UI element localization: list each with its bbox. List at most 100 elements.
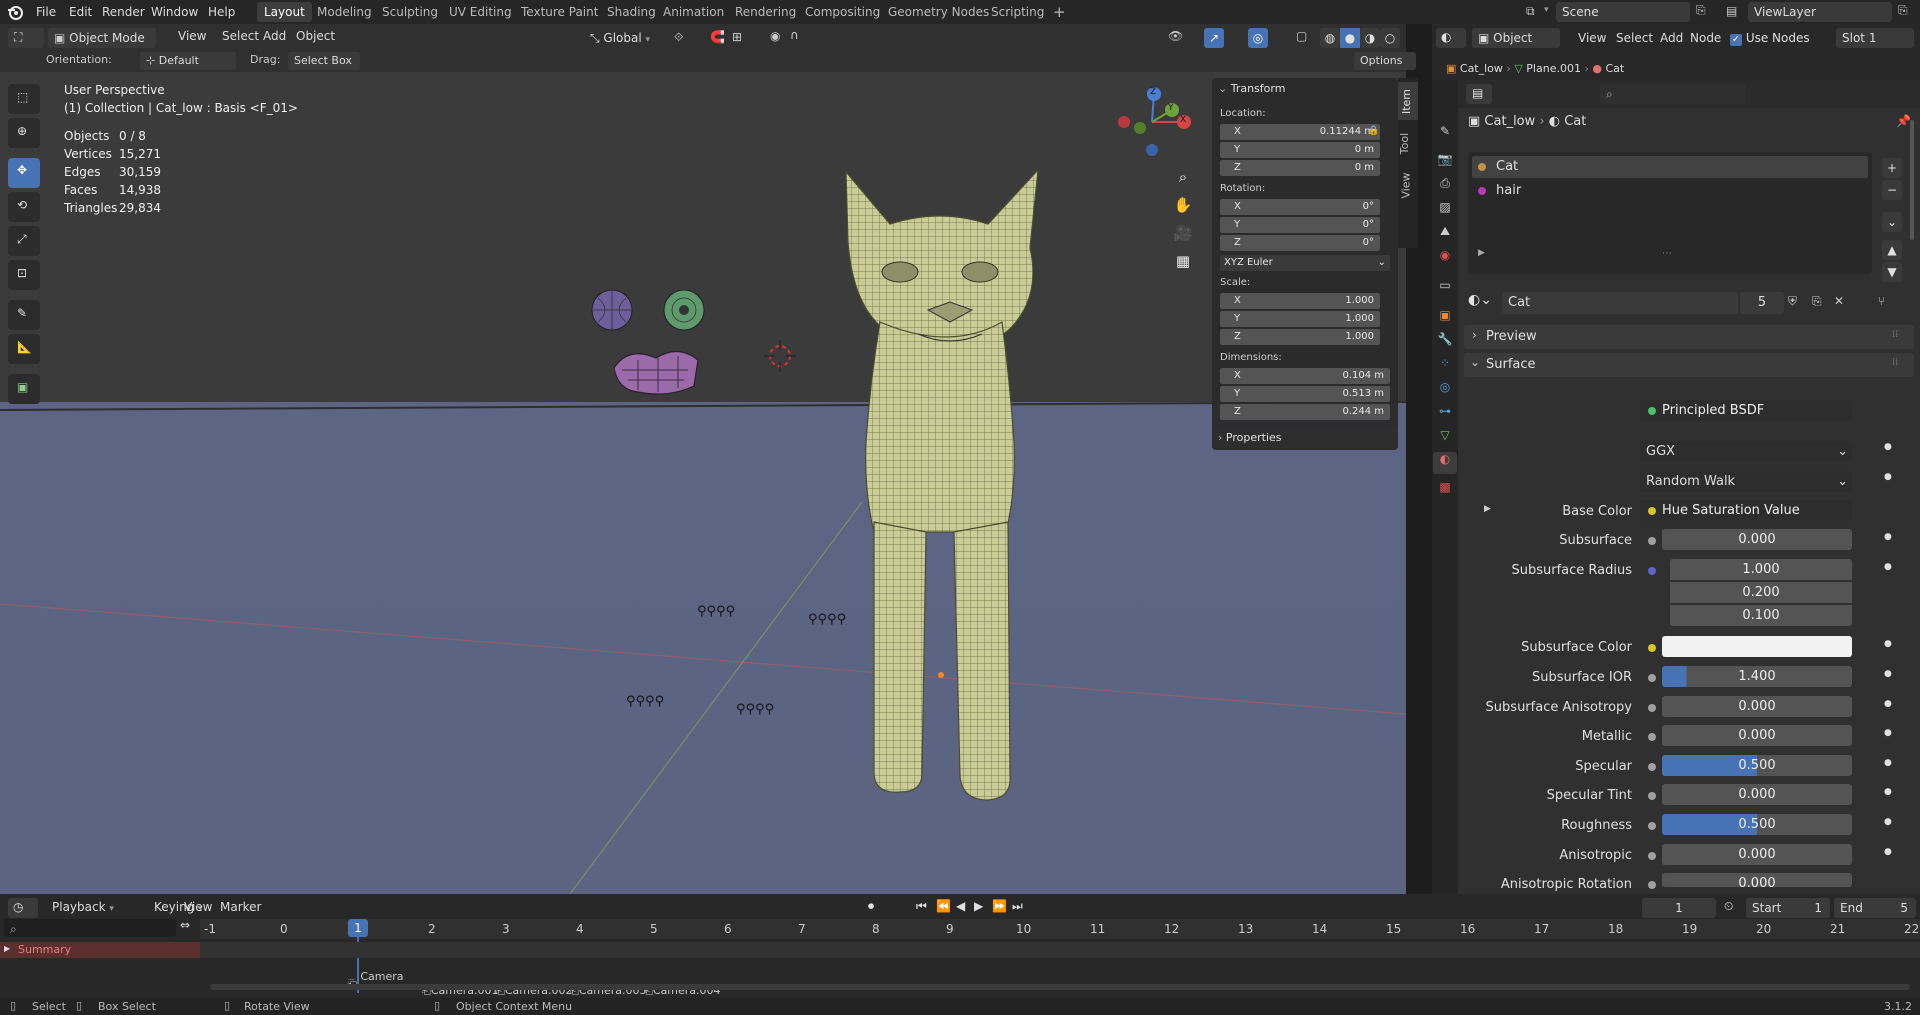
tab-texture[interactable]: ▩ xyxy=(1435,480,1455,500)
shader-menu-view[interactable]: View xyxy=(1572,29,1612,47)
specular-tint-slider[interactable]: 0.000 xyxy=(1662,784,1852,805)
pan-hand-icon[interactable]: ✋ xyxy=(1172,196,1194,218)
tab-material[interactable]: ◐ xyxy=(1433,452,1457,474)
new-scene-icon[interactable]: ⎘ xyxy=(1696,3,1706,18)
tab-rendering[interactable]: Rendering xyxy=(728,2,803,22)
surface-panel-header[interactable]: ⌄ Surface ⁞⁞ xyxy=(1464,353,1914,377)
vp-menu-object[interactable]: Object xyxy=(290,27,341,45)
dimensions-z-field[interactable]: Z 0.244 m xyxy=(1220,404,1390,420)
cursor-tool[interactable]: ⊕ xyxy=(8,118,40,148)
tab-modifiers[interactable]: 🔧 xyxy=(1435,332,1455,352)
falloff-icon[interactable]: ∩ xyxy=(790,28,799,42)
next-keyframe-icon[interactable]: ⏩ xyxy=(992,899,1007,913)
duplicate-material-icon[interactable]: ⎘ xyxy=(1812,294,1822,309)
timeline-menu-playback[interactable]: Playback ▾ xyxy=(46,898,120,916)
expand-triangle-icon[interactable]: ▶ xyxy=(1484,504,1491,514)
scene-selector[interactable]: ⧉ ▾ Scene ⎘ xyxy=(1524,2,1722,22)
end-frame-field[interactable]: End 5 xyxy=(1834,898,1916,918)
preview-panel-header[interactable]: › Preview ⁞⁞ xyxy=(1464,325,1914,349)
dimensions-y-field[interactable]: Y 0.513 m xyxy=(1220,386,1390,402)
tab-tool-settings[interactable]: ✎ xyxy=(1435,124,1455,144)
frame-ruler[interactable]: -1 0 2 3 4 5 6 7 8 9 10 11 12 13 14 15 1… xyxy=(200,919,1920,939)
surface-shader-field[interactable]: Principled BSDF xyxy=(1640,400,1852,421)
rotation-x-field[interactable]: X 0° xyxy=(1220,199,1380,215)
scale-x-field[interactable]: X 1.000 xyxy=(1220,293,1380,309)
subsurface-color-swatch[interactable] xyxy=(1662,636,1852,657)
tab-sculpting[interactable]: Sculpting xyxy=(375,2,445,22)
shader-menu-select[interactable]: Select xyxy=(1610,29,1659,47)
material-browse-button[interactable]: ◐⌄ xyxy=(1468,292,1498,314)
tab-particles[interactable]: ⁘ xyxy=(1435,356,1455,376)
tab-world[interactable]: ◉ xyxy=(1435,248,1455,268)
drag-dropdown[interactable]: Select Box xyxy=(288,52,360,70)
base-color-field[interactable]: Hue Saturation Value xyxy=(1640,500,1852,521)
tab-constraints[interactable]: ⊶ xyxy=(1435,404,1455,424)
subsurface-ior-slider[interactable]: 1.400 xyxy=(1662,666,1852,687)
anisotropic-slider[interactable]: 0.000 xyxy=(1662,844,1852,865)
tab-compositing[interactable]: Compositing xyxy=(798,2,887,22)
3d-viewport[interactable]: ⬚ ⊕ ✥ ⟲ ⤢ ⊡ ✎ 📐 ▣ User Perspective (1) C… xyxy=(0,72,1406,894)
visibility-eye-icon[interactable]: 👁 xyxy=(1168,29,1183,43)
use-nodes-checkbox[interactable]: ✓ Use Nodes xyxy=(1730,31,1810,46)
jump-start-icon[interactable]: ⏮ xyxy=(916,899,927,914)
keyframe-dot-icon[interactable]: ● xyxy=(1884,699,1892,709)
pivot-point-icon[interactable]: ⟐ xyxy=(674,30,683,45)
keyframe-dot-icon[interactable]: ● xyxy=(1884,442,1892,452)
record-icon[interactable]: ⏺ xyxy=(868,899,874,914)
remove-material-slot-button[interactable]: − xyxy=(1882,180,1902,200)
menu-render[interactable]: Render xyxy=(96,3,151,21)
zoom-icon[interactable]: ⌕ xyxy=(1172,168,1194,190)
menu-file[interactable]: File xyxy=(30,3,62,21)
anisotropic-rotation-slider[interactable]: 0.000 xyxy=(1662,873,1852,887)
orientation-dropdown[interactable]: ⊹ Default xyxy=(140,52,236,70)
current-frame-field[interactable]: 1 xyxy=(1642,898,1716,918)
proportional-edit-icon[interactable]: ◉ xyxy=(770,29,780,43)
shader-editor-type-button[interactable]: ◐ xyxy=(1436,28,1466,48)
properties-header[interactable]: › Properties xyxy=(1212,428,1398,448)
keyframe-dot-icon[interactable]: ● xyxy=(1884,758,1892,768)
slot-specials-button[interactable]: ⌄ xyxy=(1882,212,1902,232)
menu-window[interactable]: Window xyxy=(145,3,204,21)
timeline-scrollbar[interactable] xyxy=(210,984,1910,990)
transform-tool[interactable]: ⊡ xyxy=(8,260,40,290)
vp-menu-view[interactable]: View xyxy=(172,27,212,45)
editor-type-button[interactable]: ⛶ xyxy=(8,28,44,48)
keyframe-dot-icon[interactable]: ● xyxy=(1884,728,1892,738)
keyframe-dot-icon[interactable]: ● xyxy=(1884,562,1892,572)
tab-view-layer[interactable]: ▨ xyxy=(1435,200,1455,220)
location-x-field[interactable]: X 0.11244 m xyxy=(1220,124,1380,140)
tab-uv-editing[interactable]: UV Editing xyxy=(442,2,519,22)
move-tool[interactable]: ✥ xyxy=(8,158,40,188)
overlay-toggle-button[interactable]: ◎ xyxy=(1248,28,1268,48)
rotation-z-field[interactable]: Z 0° xyxy=(1220,235,1380,251)
channel-search-field[interactable]: ⌕ xyxy=(4,919,176,937)
metallic-slider[interactable]: 0.000 xyxy=(1662,725,1852,746)
transform-orientation-dropdown[interactable]: ⤡ Global ▾ xyxy=(590,28,666,48)
select-box-tool[interactable]: ⬚ xyxy=(8,84,40,114)
tab-scene[interactable]: ⛰ xyxy=(1435,224,1455,244)
roughness-slider[interactable]: 0.500 xyxy=(1662,814,1852,835)
tab-view[interactable]: View xyxy=(1398,166,1418,204)
subsurface-radius-x-field[interactable]: 1.000 xyxy=(1670,559,1852,580)
scene-name-field[interactable]: Scene xyxy=(1556,2,1690,22)
scale-y-field[interactable]: Y 1.000 xyxy=(1220,311,1380,327)
keyframe-dot-icon[interactable]: ● xyxy=(1884,847,1892,857)
play-reverse-icon[interactable]: ◀ xyxy=(956,899,965,913)
new-view-layer-icon[interactable]: ⎘ xyxy=(1898,3,1908,18)
slot-dropdown[interactable]: Slot 1 xyxy=(1836,28,1914,48)
move-slot-up-button[interactable]: ▲ xyxy=(1882,240,1902,260)
measure-tool[interactable]: 📐 xyxy=(8,334,40,364)
view-layer-name-field[interactable]: ViewLayer xyxy=(1748,2,1892,22)
material-slot-row[interactable]: hair xyxy=(1472,180,1868,202)
annotate-tool[interactable]: ✎ xyxy=(8,300,40,330)
prev-keyframe-icon[interactable]: ⏪ xyxy=(936,899,951,913)
keyframe-dot-icon[interactable]: ● xyxy=(1884,532,1892,542)
shading-rendered-button[interactable]: ○ xyxy=(1380,28,1400,48)
camera-object[interactable]: ⚲⚲⚲⚲ xyxy=(736,702,774,717)
add-material-slot-button[interactable]: + xyxy=(1882,158,1902,178)
camera-object[interactable]: ⚲⚲⚲⚲ xyxy=(808,612,846,627)
material-name-field[interactable]: Cat xyxy=(1502,292,1738,314)
add-cube-tool[interactable]: ▣ xyxy=(8,374,40,404)
rotation-mode-dropdown[interactable]: XYZ Euler ⌄ xyxy=(1220,255,1390,271)
tab-shading[interactable]: Shading xyxy=(600,2,663,22)
